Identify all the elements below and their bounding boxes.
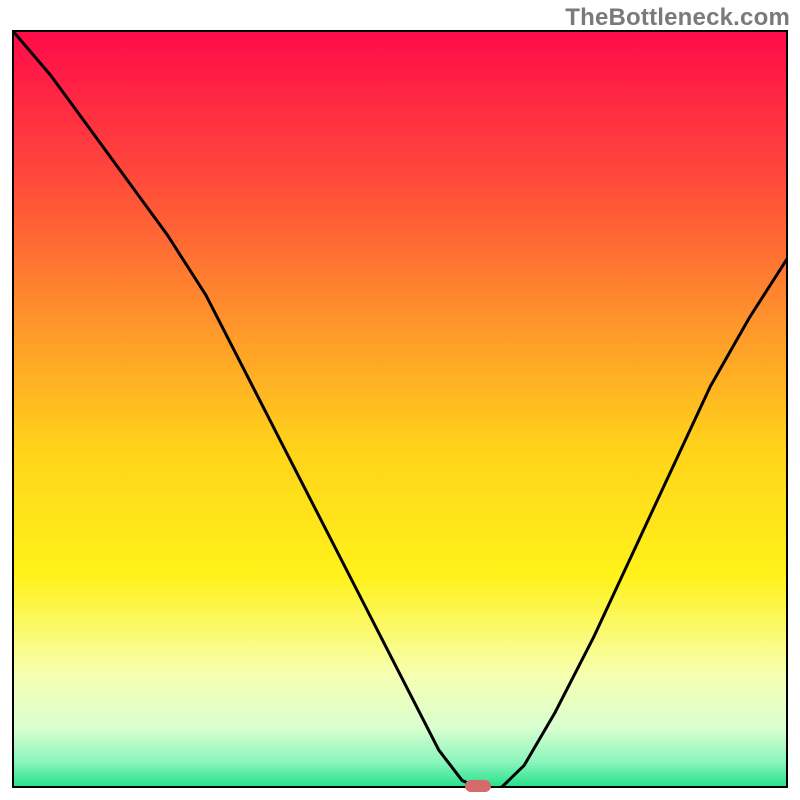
watermark-text: TheBottleneck.com bbox=[565, 4, 790, 32]
chart-container: TheBottleneck.com bbox=[0, 0, 800, 800]
bottleneck-chart bbox=[0, 0, 800, 800]
